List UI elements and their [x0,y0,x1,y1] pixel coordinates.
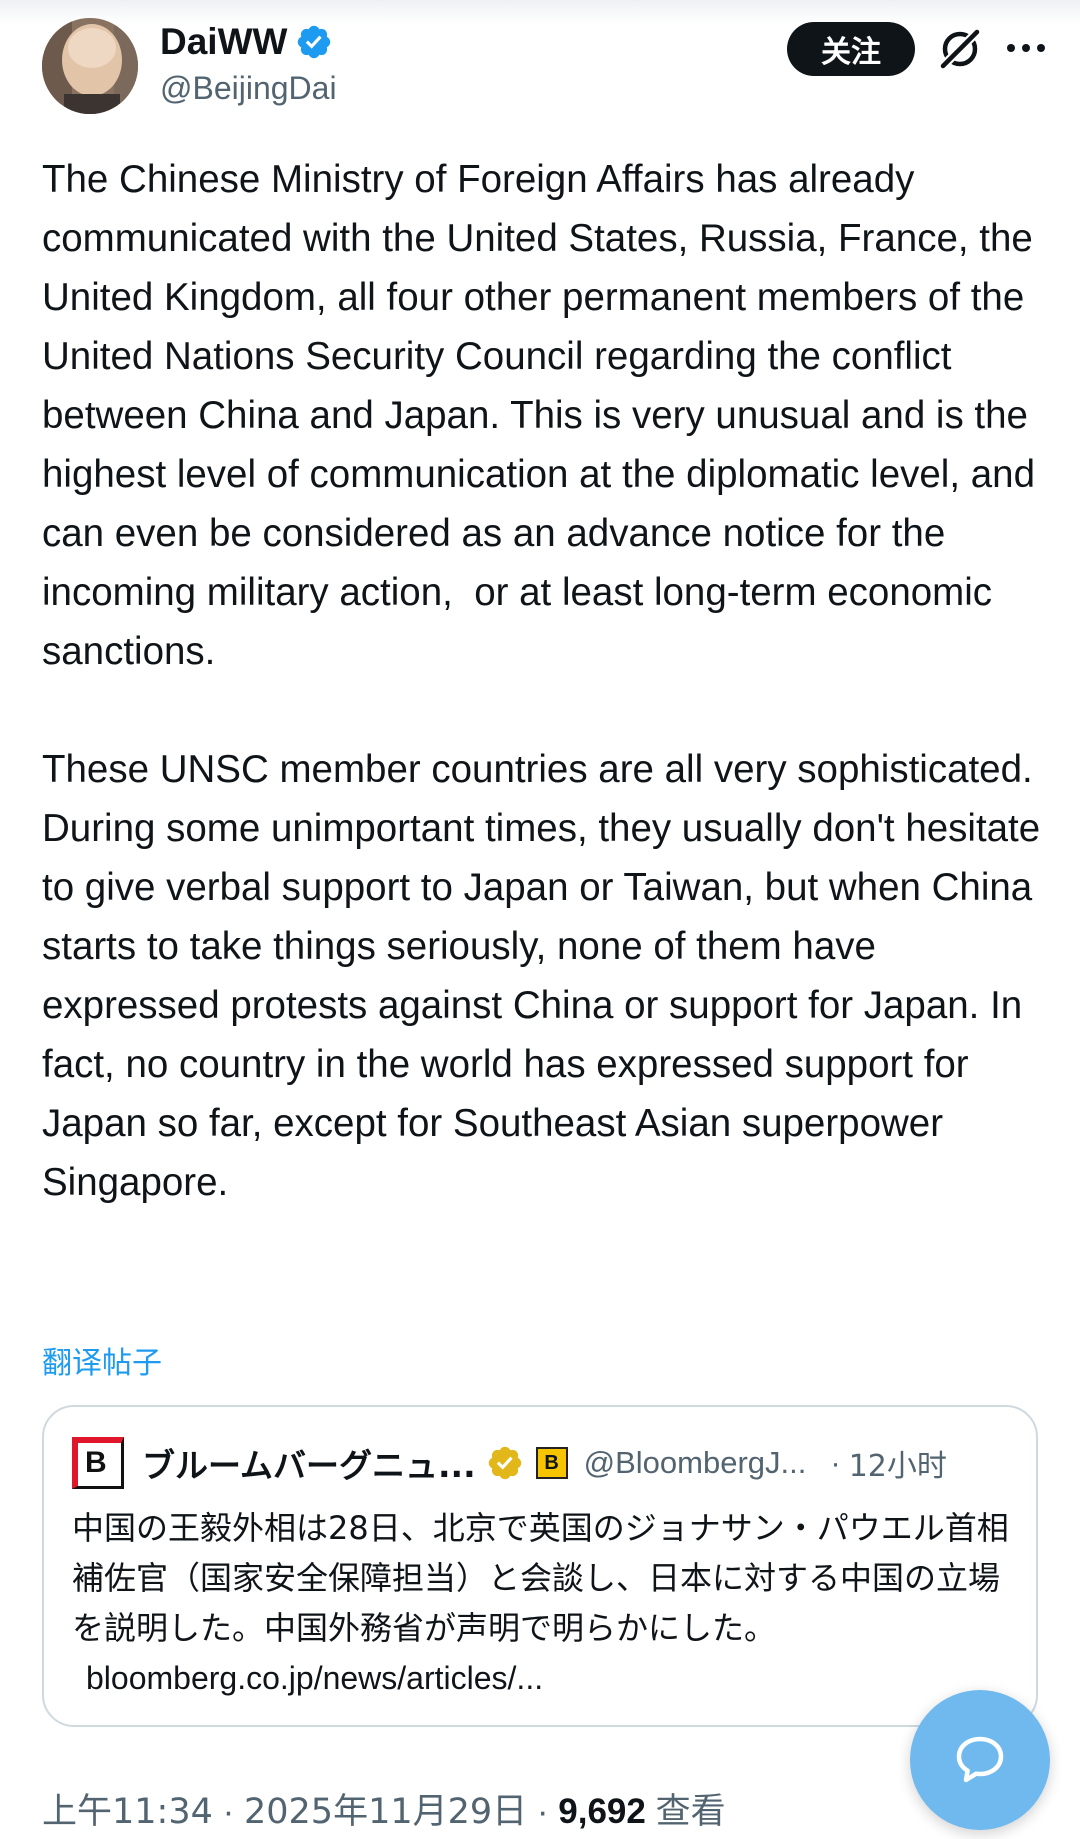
chat-bubble-icon [956,1736,1004,1783]
author-name-block[interactable]: DaiWW @BeijingDai [160,20,337,108]
quoted-author-handle: @BloombergJ... [583,1445,807,1480]
quoted-post-card[interactable]: B ブルームバーグニュ... B @BloombergJ... · 12小时 中… [42,1405,1038,1727]
affiliate-badge-icon: B [535,1447,568,1479]
views-count: 9,692 [558,1792,646,1831]
quoted-timestamp: 12小时 [848,1449,947,1484]
more-icon[interactable] [1004,30,1048,66]
post-header: DaiWW @BeijingDai 关注 [0,0,1080,130]
follow-button[interactable]: 关注 [787,22,915,76]
quoted-author-name: ブルームバーグニュ... [142,1446,476,1485]
display-name-text: DaiWW [160,21,288,62]
avatar-letter: B [85,1446,107,1479]
post-time[interactable]: 上午11:34 [42,1792,213,1832]
post-body-text: The Chinese Ministry of Foreign Affairs … [42,158,1041,1204]
quoted-post-header: B ブルームバーグニュ... B @BloombergJ... · 12小时 [72,1435,1016,1491]
avatar-photo [42,18,138,114]
author-handle[interactable]: @BeijingDai [160,68,337,108]
post-meta: 上午11:34 · 2025年11月29日 · 9,692 查看 [42,1783,726,1834]
meta-separator: · [222,1792,235,1831]
author-avatar[interactable] [42,18,138,114]
affiliate-badge-letter: B [544,1451,559,1474]
quoted-post-link[interactable]: bloomberg.co.jp/news/articles/... [86,1660,543,1696]
gold-verified-badge-icon [488,1446,521,1480]
translate-post-link[interactable]: 翻译帖子 [42,1338,162,1382]
compose-reply-button[interactable] [910,1690,1050,1830]
quoted-author-avatar: B [72,1437,124,1489]
author-display-name[interactable]: DaiWW [160,20,337,64]
quoted-separator: · [830,1445,841,1480]
post-date[interactable]: 2025年11月29日 [244,1792,527,1832]
meta-separator: · [536,1792,549,1831]
quoted-post-body: 中国の王毅外相は28日、北京で英国のジョナサン・パウエル首相補佐官（国家安全保障… [72,1509,1009,1647]
grok-icon[interactable] [935,24,985,74]
views-label: 查看 [655,1792,726,1832]
quoted-post-text: 中国の王毅外相は28日、北京で英国のジョナサン・パウエル首相補佐官（国家安全保障… [72,1503,1016,1703]
verified-badge-icon [298,25,331,59]
